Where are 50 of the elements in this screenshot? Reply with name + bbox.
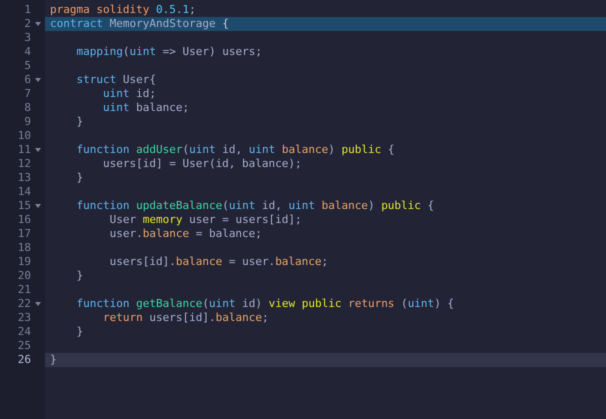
line-number: 22 (18, 297, 31, 311)
line-number: 20 (18, 269, 31, 283)
code-line: } (75, 115, 84, 128)
line-number: 19 (18, 255, 31, 269)
fold-arrow-icon[interactable] (35, 302, 41, 306)
code-line: } (75, 325, 84, 338)
line-number: 23 (18, 311, 31, 325)
code-line: function addUser(uint id, uint balance) public { (75, 143, 394, 156)
code-line: uint balance; (102, 101, 190, 114)
line-number: 25 (18, 339, 31, 353)
code-line: return users[id].balance; (102, 311, 269, 324)
code-line: users[id].balance = user.balance; (108, 255, 328, 268)
fold-arrow-icon[interactable] (35, 78, 41, 82)
line-number: 7 (24, 87, 31, 101)
line-number: 15 (18, 199, 31, 213)
line-number: 10 (18, 129, 31, 143)
line-number: 26 (18, 353, 31, 367)
code-line: mapping(uint => User) users; (75, 45, 262, 58)
code-line: uint id; (102, 87, 156, 100)
code-line: users[id] = User(id, balance); (102, 157, 302, 170)
fold-arrow-icon[interactable] (35, 148, 41, 152)
line-number: 2 (24, 17, 31, 31)
code-line: } (75, 269, 84, 282)
code-line: function updateBalance(uint id, uint balance) public { (75, 199, 434, 212)
line-number: 6 (24, 73, 31, 87)
line-number: 16 (18, 213, 31, 227)
line-number: 21 (18, 283, 31, 297)
line-number: 5 (24, 59, 31, 73)
code-line: pragma solidity 0.5.1; (50, 3, 196, 16)
line-number: 12 (18, 157, 31, 171)
line-number: 4 (24, 45, 31, 59)
line-number: 13 (18, 171, 31, 185)
line-number: 24 (18, 325, 31, 339)
code-line: struct User{ (75, 73, 156, 86)
line-number: 8 (24, 101, 31, 115)
line-number: 1 (24, 3, 31, 17)
line-number: 14 (18, 185, 31, 199)
code-line: user.balance = balance; (108, 227, 262, 240)
code-line: User memory user = users[id]; (108, 213, 302, 226)
fold-arrow-icon[interactable] (35, 22, 41, 26)
line-number: 17 (18, 227, 31, 241)
line-number: 9 (24, 115, 31, 129)
line-number: 18 (18, 241, 31, 255)
line-number: 11 (18, 143, 31, 157)
code-line: } (50, 353, 57, 366)
code-line: function getBalance(uint id) view public returns (uint) { (75, 297, 454, 310)
code-line: } (75, 171, 84, 184)
code-line: contract MemoryAndStorage { (50, 17, 229, 30)
fold-arrow-icon[interactable] (35, 204, 41, 208)
line-number: 3 (24, 31, 31, 45)
